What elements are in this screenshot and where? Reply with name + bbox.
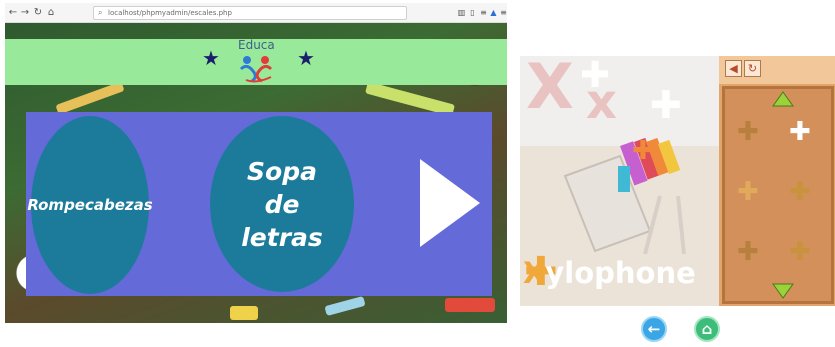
tray-puzzle-piece[interactable]: ✚ bbox=[737, 179, 759, 205]
sidebar-icon[interactable]: ▯ bbox=[468, 7, 477, 18]
home-icon: ⌂ bbox=[701, 319, 713, 338]
logo-text: Educa bbox=[238, 38, 275, 52]
menu-icon[interactable]: ≡ bbox=[499, 7, 507, 18]
book-decoration bbox=[445, 298, 495, 312]
pencil-decoration bbox=[55, 81, 125, 115]
menu-button-sopa-de-letras[interactable]: Sopa de letras bbox=[210, 116, 354, 292]
tray-puzzle-piece[interactable]: ✚ bbox=[789, 119, 811, 145]
star-icon: ★ bbox=[202, 46, 220, 70]
home-icon[interactable]: ⌂ bbox=[45, 6, 57, 19]
puzzle-piece[interactable]: ✚ bbox=[650, 86, 682, 124]
target-word: Xylophone bbox=[523, 256, 696, 290]
browser-window: ← → ↻ ⌂ ⌕ localhost/phpmyadmin/escales.p… bbox=[5, 3, 507, 323]
search-icon: ⌕ bbox=[98, 8, 103, 17]
arrow-down-icon[interactable] bbox=[772, 283, 794, 299]
educa-page: ★ ★ Educa Rompecabezas Sopa de letras bbox=[5, 23, 507, 323]
tray-puzzle-piece[interactable]: ✚ bbox=[737, 239, 759, 265]
address-bar[interactable]: ⌕ localhost/phpmyadmin/escales.php bbox=[93, 6, 407, 20]
back-button[interactable]: ← bbox=[641, 316, 667, 342]
home-button[interactable]: ⌂ bbox=[694, 316, 720, 342]
library-icon[interactable]: ▥ bbox=[457, 7, 466, 18]
puzzle-game: X x ✚ ✚ ✚ ✚ Xylophone ◀ ↻ ✚ ✚ ✚ ✚ ✚ ✚ bbox=[520, 56, 835, 306]
educa-logo-icon bbox=[239, 56, 273, 83]
arrow-left-icon: ← bbox=[647, 319, 661, 338]
menu-button-label: Rompecabezas bbox=[27, 196, 153, 214]
puzzle-board: X x ✚ ✚ ✚ ✚ Xylophone bbox=[520, 56, 719, 306]
screenshot-composite: ← → ↻ ⌂ ⌕ localhost/phpmyadmin/escales.p… bbox=[0, 0, 835, 347]
play-arrow-icon[interactable] bbox=[420, 159, 480, 247]
forward-icon[interactable]: → bbox=[19, 6, 31, 19]
back-arrow-icon[interactable]: ◀ bbox=[725, 60, 742, 77]
url-text: localhost/phpmyadmin/escales.php bbox=[108, 9, 232, 17]
menu-button-label: Sopa de letras bbox=[241, 156, 323, 252]
extension-icon[interactable]: ▲ bbox=[489, 7, 498, 18]
puzzle-piece[interactable]: ✚ bbox=[580, 58, 610, 94]
tray-frame: ✚ ✚ ✚ ✚ ✚ ✚ bbox=[722, 86, 834, 304]
word-rest: ylophone bbox=[545, 256, 696, 290]
browser-toolbar: ← → ↻ ⌂ ⌕ localhost/phpmyadmin/escales.p… bbox=[5, 3, 507, 23]
reader-icon[interactable]: ≡ bbox=[479, 7, 488, 18]
page-header: ★ ★ Educa bbox=[5, 38, 507, 85]
puzzle-piece[interactable]: ✚ bbox=[632, 138, 654, 164]
menu-button-rompecabezas[interactable]: Rompecabezas bbox=[27, 116, 153, 294]
arrow-up-icon[interactable] bbox=[772, 91, 794, 107]
tray-puzzle-piece[interactable]: ✚ bbox=[737, 119, 759, 145]
piece-tray: ◀ ↻ ✚ ✚ ✚ ✚ ✚ ✚ bbox=[719, 56, 835, 306]
crayon-decoration bbox=[324, 295, 366, 317]
game-menu-panel: Rompecabezas Sopa de letras bbox=[26, 112, 492, 296]
crayon-decoration bbox=[230, 306, 258, 320]
tray-puzzle-piece[interactable]: ✚ bbox=[789, 239, 811, 265]
background-letter-upper: X bbox=[526, 56, 574, 123]
word-first-letter: X bbox=[523, 256, 546, 290]
reload-icon[interactable]: ↻ bbox=[32, 6, 44, 19]
tray-toolbar: ◀ ↻ bbox=[719, 56, 835, 84]
tray-puzzle-piece[interactable]: ✚ bbox=[789, 179, 811, 205]
back-icon[interactable]: ← bbox=[7, 6, 19, 19]
reset-icon[interactable]: ↻ bbox=[744, 60, 761, 77]
star-icon: ★ bbox=[297, 46, 315, 70]
